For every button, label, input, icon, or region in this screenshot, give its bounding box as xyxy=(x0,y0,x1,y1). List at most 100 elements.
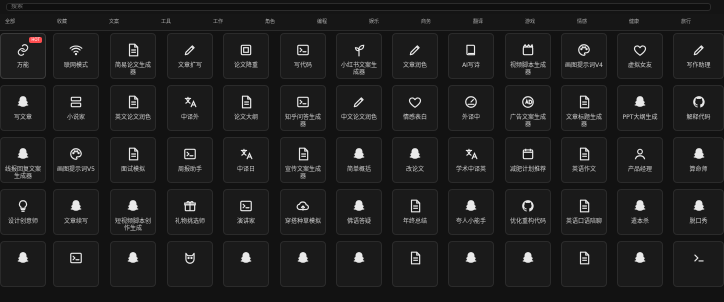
ghost-icon xyxy=(521,251,535,265)
prompt-card[interactable] xyxy=(0,241,46,287)
prompt-card[interactable]: 简单概括 xyxy=(336,137,382,183)
prompt-card[interactable]: 联网模式 xyxy=(53,33,99,79)
prompt-card[interactable]: 算命师 xyxy=(673,137,724,183)
prompt-card[interactable]: 设计创意师 xyxy=(0,189,46,235)
prompt-card-label: 减肥计划推荐 xyxy=(509,166,546,173)
tab-7[interactable]: 娱乐 xyxy=(354,18,394,25)
search-input[interactable] xyxy=(6,3,711,11)
prompt-card[interactable]: 文章标题生成器 xyxy=(561,85,607,131)
prompt-card[interactable]: 画图提示词V5 xyxy=(53,137,99,183)
prompt-card[interactable]: 减肥计划推荐 xyxy=(505,137,551,183)
prompt-card[interactable]: AI写诗 xyxy=(448,33,494,79)
prompt-card[interactable] xyxy=(505,241,551,287)
terminal-icon xyxy=(239,199,253,213)
prompt-card[interactable]: 改论文 xyxy=(392,137,438,183)
tab-4[interactable]: 工作 xyxy=(198,18,238,25)
prompt-card[interactable]: 文章续写 xyxy=(53,189,99,235)
tab-2[interactable]: 文案 xyxy=(94,18,134,25)
prompt-card[interactable] xyxy=(392,241,438,287)
prompt-card[interactable]: 优化重构代码 xyxy=(505,189,551,235)
prompt-card[interactable]: 英语口语陪聊 xyxy=(561,189,607,235)
prompt-card[interactable]: 中文论文润色 xyxy=(336,85,382,131)
prompt-card[interactable]: 英文论文润色 xyxy=(110,85,156,131)
prompt-card[interactable]: 写作助理 xyxy=(673,33,724,79)
prompt-card[interactable]: 情感表白 xyxy=(392,85,438,131)
prompt-card-label: 知乎问答生成器 xyxy=(284,114,321,128)
tab-6[interactable]: 编程 xyxy=(302,18,342,25)
prompt-card-label: PPT大纲生成 xyxy=(622,114,658,121)
prompt-card[interactable]: 文章扩写 xyxy=(167,33,213,79)
prompt-card-label: AI写诗 xyxy=(462,62,480,69)
tab-1[interactable]: 收藏 xyxy=(42,18,82,25)
prompt-card[interactable] xyxy=(280,241,326,287)
prompt-card[interactable]: 面试模拟 xyxy=(110,137,156,183)
tab-0[interactable]: 全部 xyxy=(0,18,30,25)
prompt-card[interactable]: 产品经理 xyxy=(617,137,663,183)
prompt-card[interactable]: 画图提示词V4 xyxy=(561,33,607,79)
tab-9[interactable]: 翻译 xyxy=(458,18,498,25)
prompt-card[interactable]: 写代码 xyxy=(280,33,326,79)
prompt-card[interactable]: 佛语答疑 xyxy=(336,189,382,235)
prompt-card[interactable] xyxy=(448,241,494,287)
document-icon xyxy=(577,147,591,161)
category-tabs: 全部 收藏 文案 工具 工作 角色 编程 娱乐 商务 翻译 游戏 情感 健康 旅行 xyxy=(0,14,724,31)
search-bar xyxy=(0,0,724,15)
tab-11[interactable]: 情感 xyxy=(562,18,602,25)
prompt-card[interactable]: 穿搭种草模拟 xyxy=(280,189,326,235)
prompt-card[interactable]: 论文大纲 xyxy=(223,85,269,131)
prompt-card[interactable]: 宣传文案生成器 xyxy=(280,137,326,183)
prompt-card[interactable]: 知乎问答生成器 xyxy=(280,85,326,131)
prompt-card[interactable]: 简易论文生成器 xyxy=(110,33,156,79)
tab-10[interactable]: 游戏 xyxy=(510,18,550,25)
prompt-card[interactable]: 短视频脚本创作生成 xyxy=(110,189,156,235)
prompt-card[interactable]: 视频脚本生成器 xyxy=(505,33,551,79)
bulb-icon xyxy=(16,199,30,213)
translate-icon xyxy=(464,147,478,161)
tab-8[interactable]: 商务 xyxy=(406,18,446,25)
prompt-card[interactable]: 中译日 xyxy=(223,137,269,183)
prompt-card[interactable] xyxy=(53,241,99,287)
prompt-card[interactable]: 线报回复文案生成器 xyxy=(0,137,46,183)
prompt-card[interactable]: 解释代码 xyxy=(673,85,724,131)
prompt-card-label: 周报助手 xyxy=(177,166,202,173)
prompt-card[interactable]: 文章润色 xyxy=(392,33,438,79)
prompt-card[interactable]: 中译外 xyxy=(167,85,213,131)
prompt-card[interactable] xyxy=(673,241,724,287)
prompt-card[interactable]: 年终总结 xyxy=(392,189,438,235)
prompt-card[interactable] xyxy=(223,241,269,287)
prompt-card[interactable]: 英语作文 xyxy=(561,137,607,183)
tab-13[interactable]: 旅行 xyxy=(666,18,706,25)
prompt-card-label: 虚拟女友 xyxy=(627,62,652,69)
prompt-card[interactable] xyxy=(561,241,607,287)
prompt-card[interactable]: 广告文案生成器 xyxy=(505,85,551,131)
prompt-card[interactable]: 论文降重 xyxy=(223,33,269,79)
tab-5[interactable]: 角色 xyxy=(250,18,290,25)
ghost-icon xyxy=(16,147,30,161)
prompt-card[interactable]: 夸人小能手 xyxy=(448,189,494,235)
prompt-card[interactable]: 周报助手 xyxy=(167,137,213,183)
tab-12[interactable]: 健康 xyxy=(614,18,654,25)
prompt-card[interactable]: 演讲家 xyxy=(223,189,269,235)
prompt-card[interactable] xyxy=(336,241,382,287)
prompt-card[interactable]: 脱口秀 xyxy=(673,189,724,235)
ghost-icon xyxy=(633,251,647,265)
prompt-card[interactable]: 虚拟女友 xyxy=(617,33,663,79)
prompt-card[interactable]: 小说家 xyxy=(53,85,99,131)
prompt-card[interactable]: 礼物挑选师 xyxy=(167,189,213,235)
app-window: 全部 收藏 文案 工具 工作 角色 编程 娱乐 商务 翻译 游戏 情感 健康 旅行 HOT 万能 联网模式 简易… xyxy=(0,0,724,302)
prompt-card[interactable]: HOT 万能 xyxy=(0,33,46,79)
prompt-card[interactable]: 遣本杀 xyxy=(617,189,663,235)
prompt-card[interactable]: 学术中译英 xyxy=(448,137,494,183)
document-icon xyxy=(126,43,140,57)
prompt-card[interactable]: 写文章 xyxy=(0,85,46,131)
document-icon xyxy=(126,95,140,109)
prompt-card[interactable] xyxy=(617,241,663,287)
prompt-card[interactable]: 外译中 xyxy=(448,85,494,131)
prompt-card[interactable]: PPT大纲生成 xyxy=(617,85,663,131)
prompt-card[interactable] xyxy=(110,241,156,287)
pencil-icon xyxy=(692,43,706,57)
server-icon xyxy=(69,95,83,109)
prompt-card[interactable] xyxy=(167,241,213,287)
prompt-card[interactable]: 小红书文案生成器 xyxy=(336,33,382,79)
tab-3[interactable]: 工具 xyxy=(146,18,186,25)
